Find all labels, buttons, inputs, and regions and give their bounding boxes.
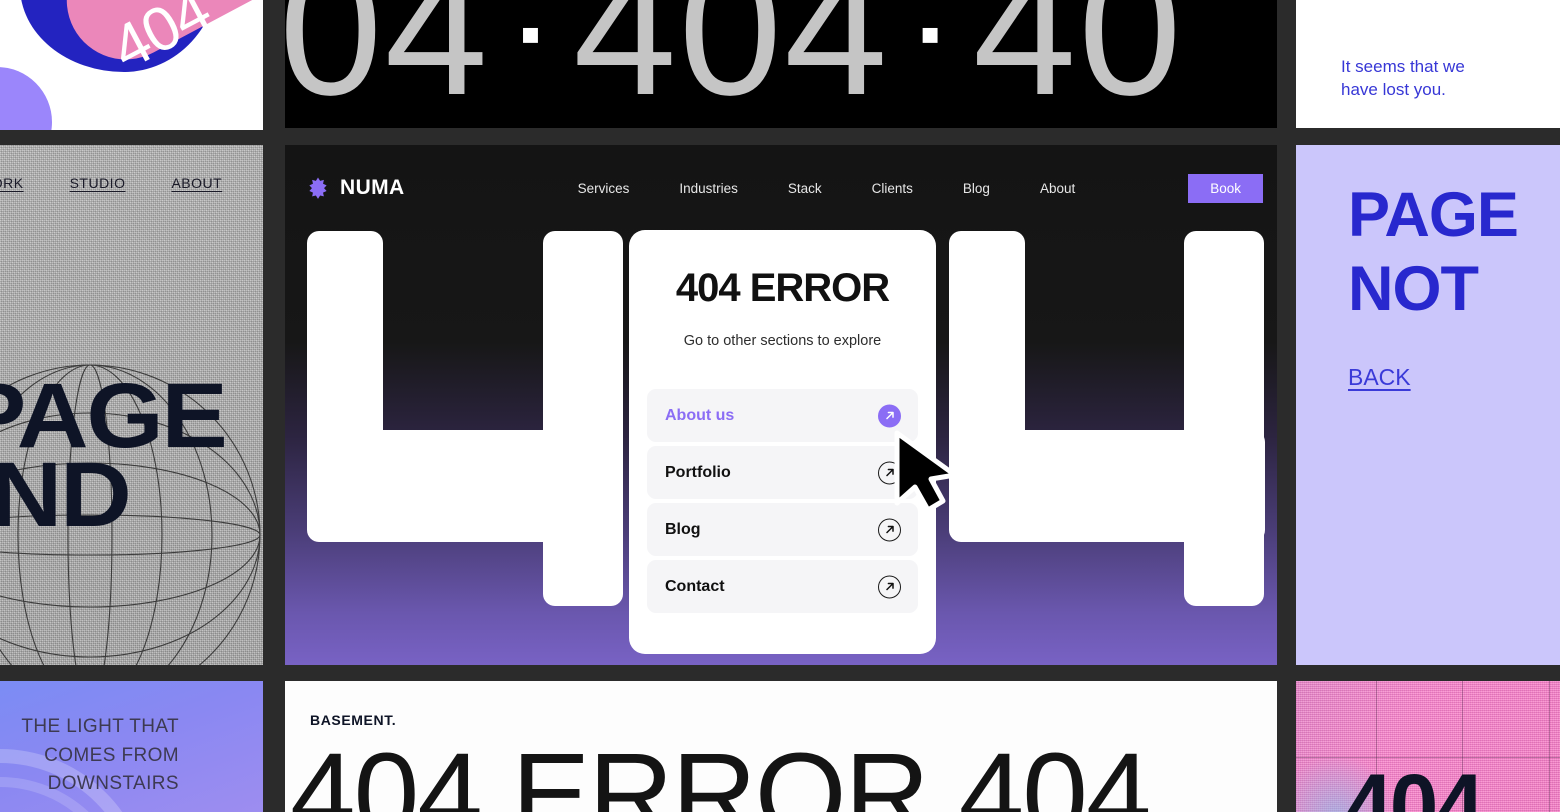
- arrow-up-right-icon: [878, 404, 901, 427]
- lavender-headline-line-2: NOT: [1348, 254, 1479, 325]
- option-label: Contact: [665, 577, 725, 595]
- tile-basement-404: BASEMENT. 404 ERROR 404: [285, 681, 1277, 812]
- star-flower-icon: [309, 177, 327, 199]
- book-button[interactable]: Book: [1188, 173, 1263, 203]
- arrow-up-right-icon: [878, 575, 901, 598]
- nav-item-clients[interactable]: Clients: [847, 181, 938, 196]
- marquee-dot-2: ▪: [919, 0, 943, 67]
- tile-grid-background: 404 04 ▪ 404 ▪ 40 It seems that we have lost…: [0, 0, 1560, 812]
- arrow-up-right-icon: [878, 461, 901, 484]
- lost-you-line-2: have lost you.: [1341, 79, 1446, 99]
- marquee-dot-1: ▪: [519, 0, 544, 67]
- lost-you-line-1: It seems that we: [1341, 57, 1465, 76]
- grid-line-v3: [1549, 681, 1550, 812]
- tile-page-not-found-grey: WORK STUDIO ABOUT PAGE FOUND: [0, 145, 263, 665]
- tile-lost-you: It seems that we have lost you.: [1296, 0, 1560, 128]
- grey-nav-work[interactable]: WORK: [0, 175, 24, 191]
- main-nav-links: Services Industries Stack Clients Blog A…: [553, 181, 1101, 196]
- grey-nav-studio[interactable]: STUDIO: [70, 175, 126, 191]
- blob-tile-404-text: 404: [100, 0, 222, 84]
- marquee-seg-1: 04: [285, 0, 490, 128]
- marquee-seg-3: 40: [972, 0, 1184, 128]
- arrow-up-right-icon: [878, 518, 901, 541]
- nav-item-services[interactable]: Services: [553, 181, 655, 196]
- grey-tile-nav[interactable]: WORK STUDIO ABOUT: [0, 175, 263, 191]
- purple-blob-shape: [0, 67, 52, 130]
- tile-page-not-lavender: PAGE NOT BACK: [1296, 145, 1560, 665]
- tile-404-marquee: 04 ▪ 404 ▪ 40: [285, 0, 1277, 128]
- option-label: Blog: [665, 520, 701, 538]
- basement-headline: 404 ERROR 404: [290, 729, 1151, 812]
- grey-headline-line-3: FOUND: [0, 444, 132, 547]
- option-contact[interactable]: Contact: [647, 560, 918, 613]
- option-blog[interactable]: Blog: [647, 503, 918, 556]
- marquee-text: 04 ▪ 404 ▪ 40: [285, 0, 1184, 124]
- error-card: 404 ERROR Go to other sections to explor…: [629, 230, 936, 654]
- gradient-quote-text: THE LIGHT THAT COMES FROM DOWNSTAIRS: [21, 713, 179, 799]
- gradient-quote-line-2: COMES FROM: [44, 744, 179, 766]
- brand-logo[interactable]: NUMA: [307, 176, 405, 200]
- gradient-quote-line-1: THE LIGHT THAT: [21, 716, 179, 737]
- tile-pink-404: 404: [1296, 681, 1560, 812]
- pink-404-text: 404: [1344, 756, 1484, 812]
- error-title: 404 ERROR: [675, 266, 890, 310]
- option-label: Portfolio: [665, 463, 731, 481]
- grey-headline: PAGE FOUND: [0, 370, 263, 547]
- nav-item-blog[interactable]: Blog: [938, 181, 1015, 196]
- error-subtitle: Go to other sections to explore: [683, 333, 882, 349]
- section-options-list: About us Portfolio Blog Contact: [647, 389, 918, 613]
- gradient-quote-line-3: DOWNSTAIRS: [47, 773, 179, 794]
- lost-you-text: It seems that we have lost you.: [1341, 56, 1465, 102]
- back-link[interactable]: BACK: [1348, 364, 1411, 391]
- nav-item-about[interactable]: About: [1015, 181, 1100, 196]
- nav-item-stack[interactable]: Stack: [763, 181, 847, 196]
- tile-gradient-quote: THE LIGHT THAT COMES FROM DOWNSTAIRS: [0, 681, 263, 812]
- tile-blob-404: 404: [0, 0, 263, 130]
- lavender-headline: PAGE NOT: [1348, 178, 1519, 327]
- nav-item-industries[interactable]: Industries: [654, 181, 763, 196]
- brand-name: NUMA: [340, 176, 405, 199]
- tile-main-404-page: NUMA Services Industries Stack Clients B…: [285, 145, 1277, 665]
- option-portfolio[interactable]: Portfolio: [647, 446, 918, 499]
- basement-logo: BASEMENT.: [310, 712, 397, 728]
- grey-nav-about[interactable]: ABOUT: [171, 175, 222, 191]
- main-navbar: NUMA Services Industries Stack Clients B…: [285, 145, 1277, 231]
- option-label: About us: [665, 406, 735, 424]
- marquee-seg-2: 404: [573, 0, 890, 128]
- option-about-us[interactable]: About us: [647, 389, 918, 442]
- lavender-headline-line-1: PAGE: [1348, 180, 1519, 250]
